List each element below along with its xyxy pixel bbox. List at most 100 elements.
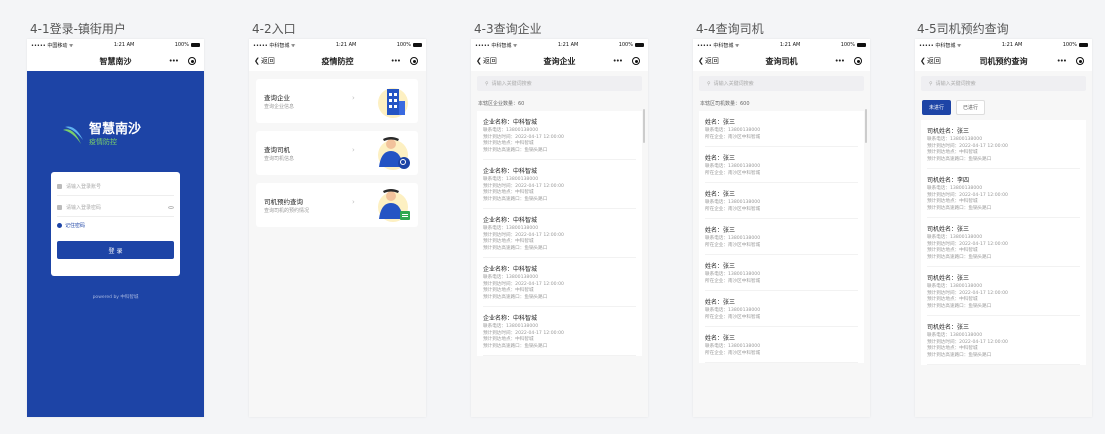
list-item[interactable]: 姓名：张三 联系电话：13800138000 所在企业：南沙区中科智城	[705, 111, 858, 147]
tab-completed[interactable]: 已进行	[956, 100, 986, 115]
list-item[interactable]: 企业名称：中科智城 联系电话：13800138000 预计到达时间：2022-04-…	[483, 111, 636, 160]
list-item[interactable]: 司机姓名：张三 联系电话：13800138000 预计到达时间：2022-04-17…	[927, 120, 1080, 169]
close-miniprogram-icon[interactable]	[410, 57, 418, 65]
list-item[interactable]: 姓名：张三 联系电话：13800138000 所在企业：南沙区中科智城	[705, 147, 858, 183]
list-item[interactable]: 姓名：张三 联系电话：13800138000 所在企业：南沙区中科智城	[705, 255, 858, 291]
driver-search-icon	[378, 137, 410, 170]
battery-text: 100%	[396, 42, 411, 48]
status-bar: ••••• 中国移动 ᯤ 1:21 AM 100%	[27, 39, 204, 51]
list-item[interactable]: 企业名称：中科智城 联系电话：13800138000 预计到达时间：2022-04-…	[483, 209, 636, 258]
battery-icon	[634, 43, 644, 47]
search-icon: ⚲	[485, 80, 489, 87]
more-icon[interactable]: •••	[391, 57, 401, 65]
nav-title: 查询企业	[543, 56, 576, 66]
more-icon[interactable]: •••	[613, 57, 623, 65]
back-button[interactable]: ❮ 返回	[254, 56, 275, 66]
entry-card-subtitle: 查询司机的预约情况	[264, 208, 310, 214]
back-label: 返回	[482, 57, 497, 65]
close-miniprogram-icon[interactable]	[1076, 57, 1084, 65]
scrollbar[interactable]	[865, 109, 867, 143]
search-input[interactable]: ⚲ 请输入关键词搜索	[699, 76, 864, 91]
chevron-right-icon: ›	[352, 94, 355, 102]
search-placeholder: 请输入关键词搜索	[935, 81, 976, 87]
phone-company-query: ••••• 中科智城 ᯤ 1:21 AM 100% ❮ 返回 查询企业 ••• ⚲…	[471, 39, 648, 417]
list-item-detail: 预计到达高速路口：鱼锅头路口	[483, 294, 548, 300]
list-item-title: 姓名：张三	[705, 119, 736, 126]
entry-card-company[interactable]: 查询企业 查询企业信息 ›	[256, 79, 418, 123]
list-item[interactable]: 企业名称：中科智城 联系电话：13800138000 预计到达时间：2022-04-…	[483, 307, 636, 356]
list-item-title: 企业名称：中科智城	[483, 266, 538, 273]
entry-card-driver[interactable]: 查询司机 查询司机信息 ›	[256, 131, 418, 175]
list-item-detail: 预计到达高速路口：鱼锅头路口	[927, 205, 992, 211]
building-icon	[378, 88, 408, 118]
password-input[interactable]: 请输入登录密码	[57, 199, 174, 217]
list-item-detail: 所在企业：南沙区中科智城	[705, 278, 761, 284]
battery-icon	[1078, 43, 1088, 47]
list-item[interactable]: 姓名：张三 联系电话：13800138000 所在企业：南沙区中科智城	[705, 183, 858, 219]
nav-title: 查询司机	[765, 56, 798, 66]
check-icon	[57, 223, 62, 228]
more-icon[interactable]: •••	[1057, 57, 1067, 65]
navbar: ❮ 返回 司机预约查询 •••	[915, 51, 1092, 71]
driver-list: 姓名：张三 联系电话：13800138000 所在企业：南沙区中科智城 姓名：张三 联系…	[699, 111, 864, 363]
status-bar: ••••• 中科智城 ᯤ 1:21 AM 100%	[471, 39, 648, 51]
nav-title: 疫情防控	[321, 56, 354, 66]
entry-card-subtitle: 查询企业信息	[264, 104, 295, 110]
search-input[interactable]: ⚲ 请输入关键词搜索	[921, 76, 1086, 91]
time-text: 1:21 AM	[335, 42, 357, 48]
navbar: ❮ 返回 查询司机 •••	[693, 51, 870, 71]
list-item-title: 司机姓名：张三	[927, 324, 970, 331]
chevron-left-icon: ❮	[698, 57, 704, 65]
list-item[interactable]: 姓名：张三 联系电话：13800138000 所在企业：南沙区中科智城	[705, 219, 858, 255]
search-input[interactable]: ⚲ 请输入关键词搜索	[477, 76, 642, 91]
status-bar: ••••• 中科智城 ᯤ 1:21 AM 100%	[915, 39, 1092, 51]
remember-password-checkbox[interactable]: 记住密码	[57, 222, 174, 229]
list-item-title: 企业名称：中科智城	[483, 119, 538, 126]
close-miniprogram-icon[interactable]	[632, 57, 640, 65]
close-miniprogram-icon[interactable]	[188, 57, 196, 65]
logo-subtitle: 疫情防控	[89, 138, 117, 146]
close-miniprogram-icon[interactable]	[854, 57, 862, 65]
company-count: 本辖区企业数量：60	[478, 101, 525, 107]
list-item[interactable]: 企业名称：中科智城 联系电话：13800138000 预计到达时间：2022-04-…	[483, 258, 636, 307]
tab-pending[interactable]: 未进行	[922, 100, 952, 115]
back-button[interactable]: ❮ 返回	[476, 56, 497, 66]
eye-icon[interactable]	[168, 206, 174, 209]
back-label: 返回	[260, 57, 275, 65]
powered-by: powered by 中科智城	[92, 295, 139, 300]
list-item[interactable]: 姓名：张三 联系电话：13800138000 所在企业：南沙区中科智城	[705, 327, 858, 363]
list-item[interactable]: 司机姓名：李四 联系电话：13800138000 预计到达时间：2022-04-17…	[927, 169, 1080, 218]
scrollbar[interactable]	[643, 109, 645, 143]
list-item[interactable]: 司机姓名：张三 联系电话：13800138000 预计到达时间：2022-04-17…	[927, 316, 1080, 365]
login-button[interactable]: 登 录	[57, 241, 174, 259]
logo-title: 智慧南沙	[89, 122, 142, 137]
remember-label: 记住密码	[65, 223, 86, 229]
entry-card-title: 查询企业	[264, 94, 290, 102]
entry-card-title: 司机预约查询	[264, 198, 303, 206]
back-button[interactable]: ❮ 返回	[698, 56, 719, 66]
list-item[interactable]: 司机姓名：张三 联系电话：13800138000 预计到达时间：2022-04-17…	[927, 218, 1080, 267]
account-placeholder: 请输入登录账号	[66, 184, 102, 190]
search-placeholder: 请输入关键词搜索	[491, 81, 532, 87]
more-icon[interactable]: •••	[835, 57, 845, 65]
chevron-left-icon: ❮	[254, 57, 260, 65]
list-item-title: 司机姓名：李四	[927, 177, 970, 184]
chevron-left-icon: ❮	[476, 57, 482, 65]
list-item[interactable]: 司机姓名：张三 联系电话：13800138000 预计到达时间：2022-04-17…	[927, 267, 1080, 316]
list-item-detail: 所在企业：南沙区中科智城	[705, 206, 761, 212]
list-item-detail: 预计到达高速路口：鱼锅头路口	[483, 196, 548, 202]
list-item[interactable]: 姓名：张三 联系电话：13800138000 所在企业：南沙区中科智城	[705, 291, 858, 327]
search-placeholder: 请输入关键词搜索	[713, 81, 754, 87]
screen-title-login: 4-1登录-镇街用户	[30, 22, 126, 36]
battery-icon	[856, 43, 866, 47]
back-button[interactable]: ❮ 返回	[920, 56, 941, 66]
entry-card-subtitle: 查询司机信息	[264, 156, 295, 162]
lock-icon	[57, 205, 62, 210]
phone-entry: ••••• 中科智城 ᯤ 1:21 AM 100% ❮ 返回 疫情防控 ••• 查…	[249, 39, 426, 417]
entry-card-reservation[interactable]: 司机预约查询 查询司机的预约情况 ›	[256, 183, 418, 227]
list-item[interactable]: 企业名称：中科智城 联系电话：13800138000 预计到达时间：2022-04-…	[483, 160, 636, 209]
list-item-title: 司机姓名：张三	[927, 275, 970, 282]
more-icon[interactable]: •••	[169, 57, 179, 65]
time-text: 1:21 AM	[1001, 42, 1023, 48]
account-input[interactable]: 请输入登录账号	[57, 178, 174, 196]
